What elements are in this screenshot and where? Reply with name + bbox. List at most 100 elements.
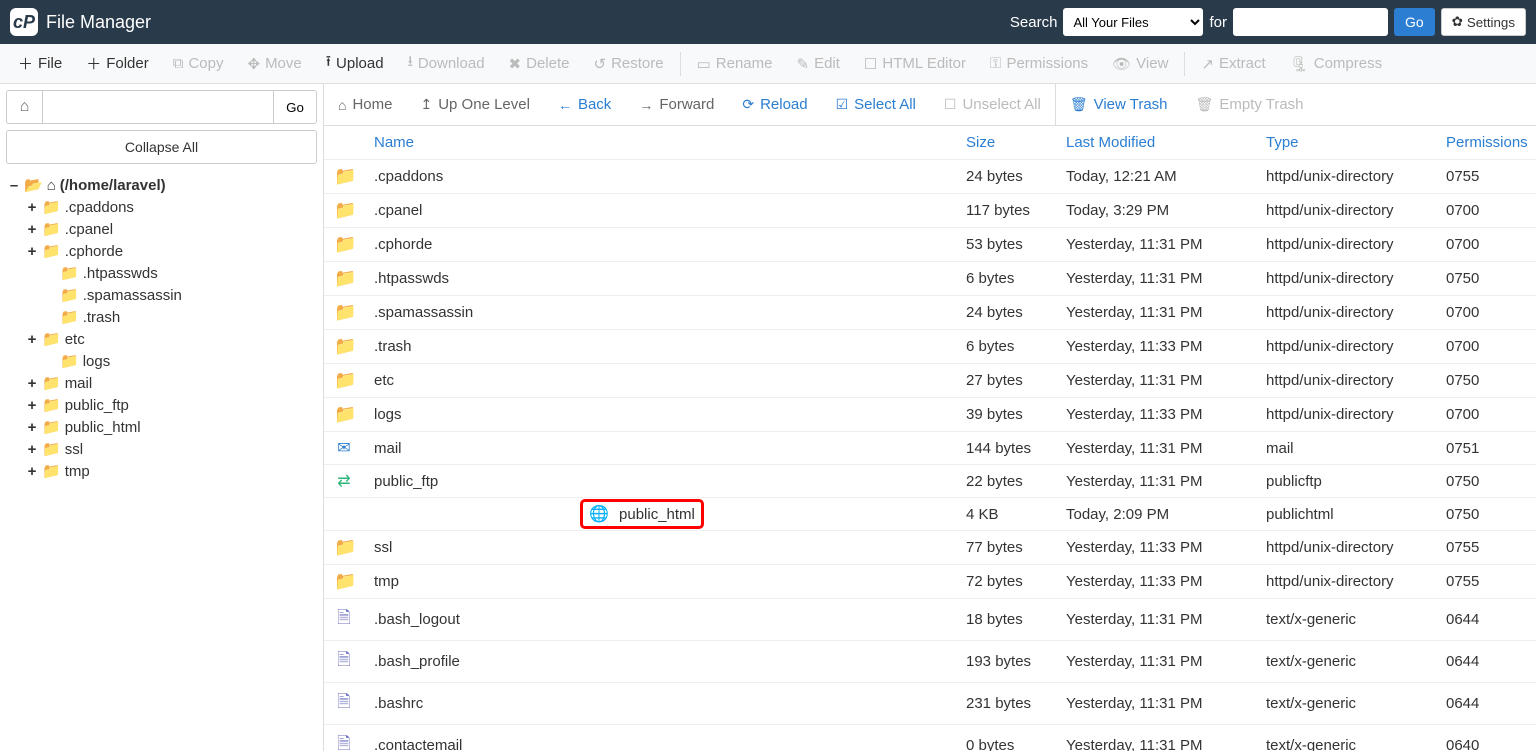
file-table-wrap[interactable]: Name Size Last Modified Type Permissions… bbox=[324, 126, 1536, 751]
folder-icon: 📁 bbox=[42, 440, 61, 458]
tree-item[interactable]: 📁.htpasswds bbox=[8, 262, 315, 284]
table-row[interactable]: 🗎.bash_profile193 bytesYesterday, 11:31 … bbox=[324, 641, 1536, 683]
view-button[interactable]: 👁View bbox=[1100, 49, 1180, 79]
up-one-level-button[interactable]: ↥Up One Level bbox=[406, 84, 543, 125]
table-row[interactable]: 📁.trash6 bytesYesterday, 11:33 PMhttpd/u… bbox=[324, 330, 1536, 364]
restore-button[interactable]: ↺Restore bbox=[581, 49, 675, 79]
home-button[interactable]: ⌂Home bbox=[324, 84, 406, 125]
tree-item[interactable]: +📁mail bbox=[8, 372, 315, 394]
table-row[interactable]: 🗎.contactemail0 bytesYesterday, 11:31 PM… bbox=[324, 725, 1536, 751]
new-folder-button[interactable]: ＋Folder bbox=[74, 47, 161, 80]
path-input[interactable] bbox=[42, 90, 273, 124]
empty-trash-button[interactable]: 🗑Empty Trash bbox=[1182, 84, 1318, 125]
file-size: 24 bytes bbox=[956, 160, 1056, 194]
col-type[interactable]: Type bbox=[1256, 126, 1436, 160]
reload-button[interactable]: ⟳Reload bbox=[728, 84, 821, 125]
file-type: text/x-generic bbox=[1256, 725, 1436, 751]
tree-item[interactable]: +📁public_ftp bbox=[8, 394, 315, 416]
tree-item[interactable]: 📁logs bbox=[8, 350, 315, 372]
view-trash-button[interactable]: 🗑View Trash bbox=[1055, 84, 1182, 125]
col-size[interactable]: Size bbox=[956, 126, 1056, 160]
search-area: Search All Your Files for Go ✿ Settings bbox=[1010, 8, 1526, 36]
label: Unselect All bbox=[962, 96, 1040, 113]
table-row[interactable]: 📁tmp72 bytesYesterday, 11:33 PMhttpd/uni… bbox=[324, 565, 1536, 599]
collapse-icon[interactable]: – bbox=[8, 177, 20, 194]
table-row[interactable]: ✉mail144 bytesYesterday, 11:31 PMmail075… bbox=[324, 432, 1536, 465]
table-row[interactable]: 🗎.bashrc231 bytesYesterday, 11:31 PMtext… bbox=[324, 683, 1536, 725]
expand-icon[interactable]: + bbox=[26, 441, 38, 458]
up-icon: ↥ bbox=[420, 96, 432, 113]
table-row[interactable]: 📁logs39 bytesYesterday, 11:33 PMhttpd/un… bbox=[324, 398, 1536, 432]
tree-item-label: logs bbox=[83, 353, 111, 370]
expand-icon[interactable]: + bbox=[26, 331, 38, 348]
tree-item[interactable]: 📁.spamassassin bbox=[8, 284, 315, 306]
tree-item[interactable]: +📁.cpaddons bbox=[8, 196, 315, 218]
table-row[interactable]: 📁.htpasswds6 bytesYesterday, 11:31 PMhtt… bbox=[324, 262, 1536, 296]
expand-icon[interactable]: + bbox=[26, 221, 38, 238]
tree-root[interactable]: – 📂 ⌂ (/home/laravel) bbox=[8, 174, 315, 196]
search-go-button[interactable]: Go bbox=[1394, 8, 1435, 36]
file-modified: Yesterday, 11:31 PM bbox=[1056, 465, 1256, 498]
move-button[interactable]: ✥Move bbox=[235, 49, 313, 79]
back-button[interactable]: ←Back bbox=[544, 84, 625, 125]
expand-icon[interactable]: + bbox=[26, 397, 38, 414]
permissions-button[interactable]: ⚿Permissions bbox=[978, 49, 1100, 78]
file-permissions: 0751 bbox=[1436, 432, 1536, 465]
expand-icon[interactable]: + bbox=[26, 419, 38, 436]
folder-icon: 📁 bbox=[42, 242, 61, 260]
tree-item[interactable]: +📁ssl bbox=[8, 438, 315, 460]
select-all-button[interactable]: ☑Select All bbox=[822, 84, 930, 125]
tree-item[interactable]: +📁.cphorde bbox=[8, 240, 315, 262]
table-row[interactable]: 📁.cpanel117 bytesToday, 3:29 PMhttpd/uni… bbox=[324, 194, 1536, 228]
search-input[interactable] bbox=[1233, 8, 1388, 36]
table-row[interactable]: 📁.spamassassin24 bytesYesterday, 11:31 P… bbox=[324, 296, 1536, 330]
table-row[interactable]: 🗎.bash_logout18 bytesYesterday, 11:31 PM… bbox=[324, 599, 1536, 641]
file-size: 18 bytes bbox=[956, 599, 1056, 641]
collapse-all-button[interactable]: Collapse All bbox=[6, 130, 317, 164]
tree-item[interactable]: +📁public_html bbox=[8, 416, 315, 438]
file-size: 0 bytes bbox=[956, 725, 1056, 751]
upload-button[interactable]: ⭱Upload bbox=[314, 45, 396, 82]
download-button[interactable]: ⭳Download bbox=[396, 45, 497, 82]
table-row[interactable]: 📁etc27 bytesYesterday, 11:31 PMhttpd/uni… bbox=[324, 364, 1536, 398]
file-name: mail bbox=[364, 432, 956, 465]
folder-icon: 📁 bbox=[42, 198, 61, 216]
edit-icon: ✎ bbox=[796, 55, 809, 73]
table-row[interactable]: ⇄public_ftp22 bytesYesterday, 11:31 PMpu… bbox=[324, 465, 1536, 498]
home-icon-button[interactable]: ⌂ bbox=[6, 90, 42, 124]
path-go-button[interactable]: Go bbox=[273, 90, 317, 124]
file-type: text/x-generic bbox=[1256, 599, 1436, 641]
expand-icon[interactable]: + bbox=[26, 199, 38, 216]
tree-item[interactable]: 📁.trash bbox=[8, 306, 315, 328]
settings-button[interactable]: ✿ Settings bbox=[1441, 8, 1526, 36]
unselect-all-button[interactable]: ☐Unselect All bbox=[930, 84, 1055, 125]
file-type: httpd/unix-directory bbox=[1256, 330, 1436, 364]
copy-button[interactable]: ⧉Copy bbox=[161, 49, 236, 78]
table-row[interactable]: 📁.cphorde53 bytesYesterday, 11:31 PMhttp… bbox=[324, 228, 1536, 262]
table-row[interactable]: 📁.cpaddons24 bytesToday, 12:21 AMhttpd/u… bbox=[324, 160, 1536, 194]
check-icon: ☑ bbox=[836, 96, 849, 113]
delete-button[interactable]: ✖Delete bbox=[497, 49, 582, 79]
tree-item[interactable]: +📁etc bbox=[8, 328, 315, 350]
col-modified[interactable]: Last Modified bbox=[1056, 126, 1256, 160]
rename-button[interactable]: ▭Rename bbox=[685, 49, 785, 79]
html-editor-button[interactable]: ☐HTML Editor bbox=[852, 49, 978, 79]
expand-icon[interactable]: + bbox=[26, 463, 38, 480]
extract-button[interactable]: ↗Extract bbox=[1189, 49, 1277, 79]
col-permissions[interactable]: Permissions bbox=[1436, 126, 1536, 160]
forward-button[interactable]: →Forward bbox=[625, 84, 728, 125]
expand-icon[interactable]: + bbox=[26, 243, 38, 260]
compress-button[interactable]: 🗜Compress bbox=[1278, 49, 1394, 79]
table-row[interactable]: 📁ssl77 bytesYesterday, 11:33 PMhttpd/uni… bbox=[324, 531, 1536, 565]
tree-item[interactable]: +📁tmp bbox=[8, 460, 315, 482]
col-name[interactable]: Name bbox=[364, 126, 956, 160]
new-file-button[interactable]: ＋File bbox=[6, 47, 74, 80]
table-row[interactable]: 🌐public_html4 KBToday, 2:09 PMpublichtml… bbox=[324, 498, 1536, 531]
file-icon: 🗎 bbox=[337, 608, 351, 627]
edit-button[interactable]: ✎Edit bbox=[784, 49, 851, 79]
expand-icon[interactable]: + bbox=[26, 375, 38, 392]
search-scope-select[interactable]: All Your Files bbox=[1063, 8, 1203, 36]
tree-item[interactable]: +📁.cpanel bbox=[8, 218, 315, 240]
folder-icon: 📁 bbox=[42, 220, 61, 238]
upload-icon: ⭱ bbox=[326, 51, 331, 76]
